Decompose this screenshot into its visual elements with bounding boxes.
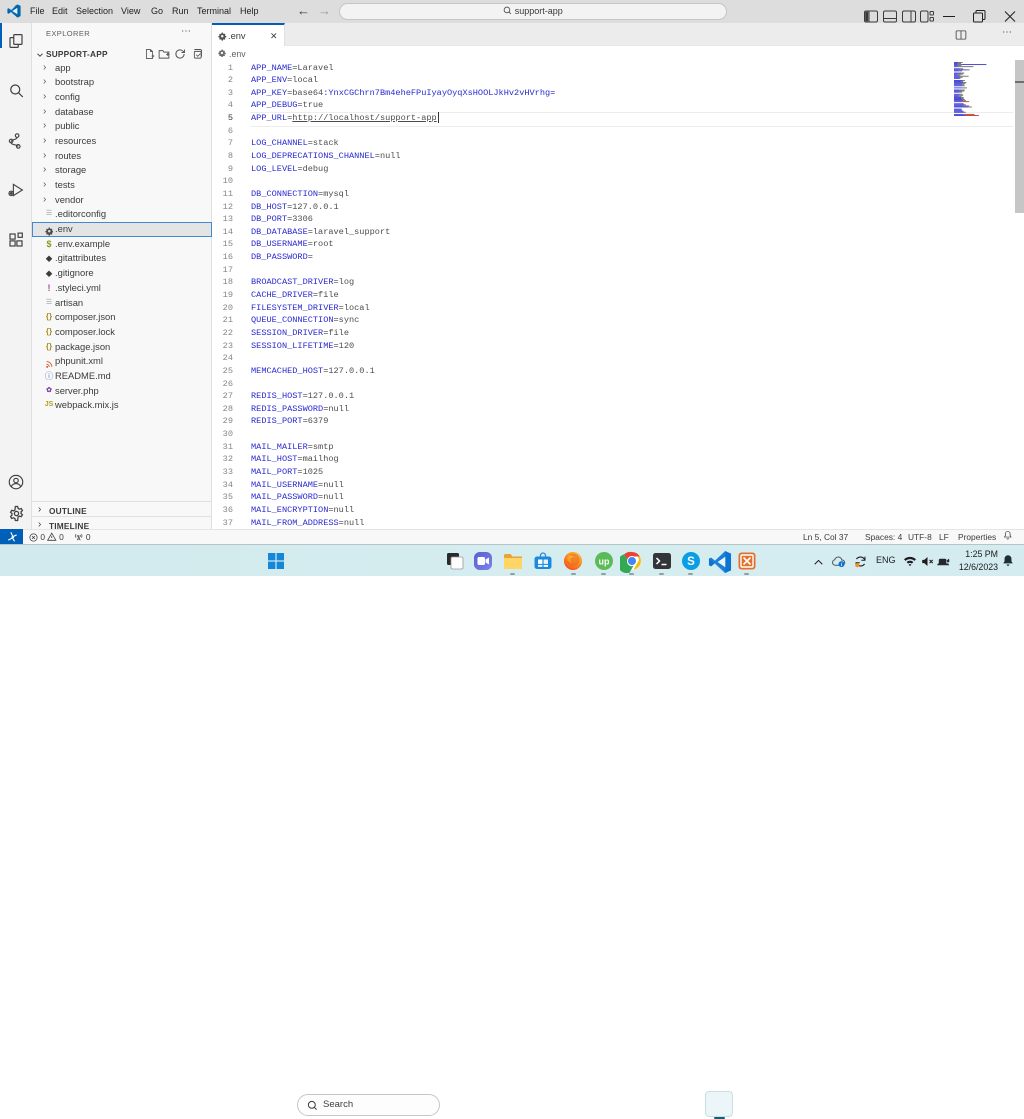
svg-text:S: S bbox=[687, 556, 695, 568]
svg-text:up: up bbox=[598, 557, 609, 567]
